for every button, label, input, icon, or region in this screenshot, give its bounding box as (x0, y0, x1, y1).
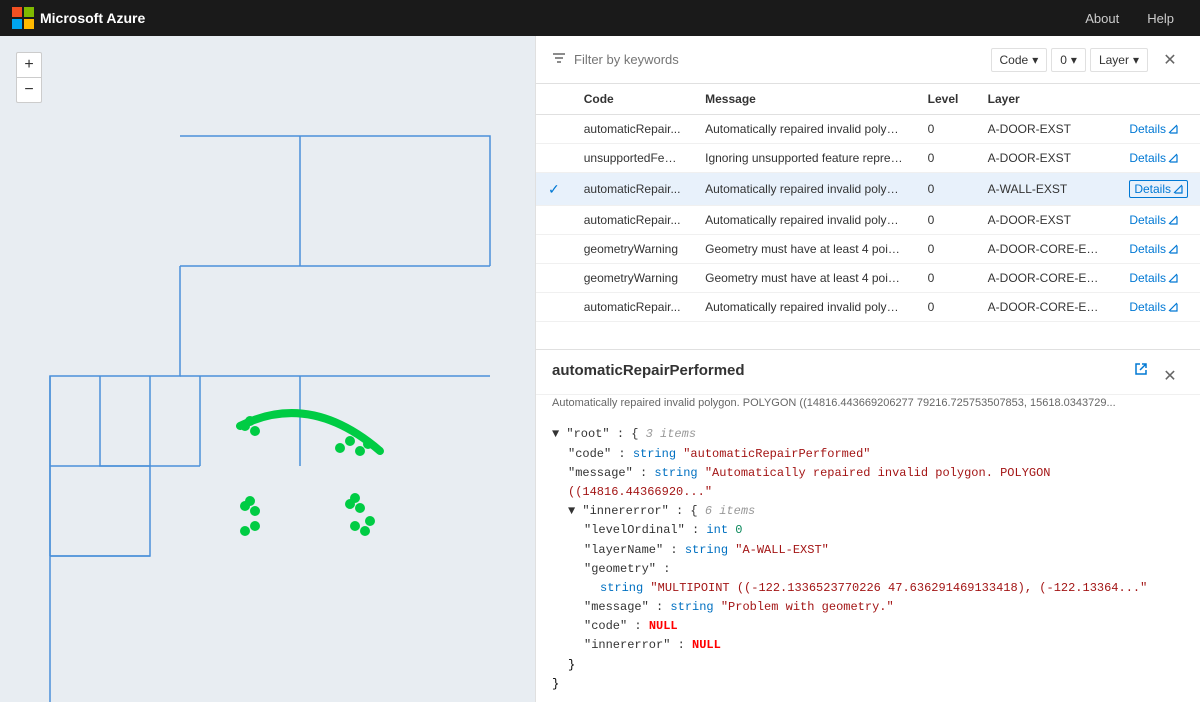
azure-logo-icon (12, 7, 34, 29)
row-code: automaticRepair... (572, 206, 693, 235)
row-layer: A-DOOR-CORE-EXST (976, 235, 1118, 264)
main-layout: + − (0, 36, 1200, 702)
map-svg (0, 36, 535, 702)
col-details-header (1117, 84, 1200, 115)
table-row[interactable]: ✓ automaticRepair...Automatically repaire… (536, 173, 1200, 206)
row-message: Automatically repaired invalid polygon. … (693, 115, 916, 144)
help-link[interactable]: Help (1133, 0, 1188, 36)
table-row[interactable]: automaticRepair...Automatically repaired… (536, 293, 1200, 322)
row-code: automaticRepair... (572, 293, 693, 322)
count-dropdown[interactable]: 0 ▾ (1051, 48, 1086, 72)
detail-content: ▼ "root" : { 3 items "code" : string "au… (536, 417, 1200, 702)
row-check (536, 206, 572, 235)
row-message: Automatically repaired invalid polygon. … (693, 206, 916, 235)
filter-close-button[interactable]: ✕ (1156, 46, 1184, 74)
details-link[interactable]: Details (1129, 242, 1188, 256)
details-link[interactable]: Details (1129, 213, 1188, 227)
table-row[interactable]: automaticRepair...Automatically repaired… (536, 206, 1200, 235)
azure-logo: Microsoft Azure (12, 7, 145, 29)
table-container[interactable]: Code Message Level Layer automaticRepair… (536, 84, 1200, 349)
filter-input[interactable] (574, 52, 983, 67)
row-level: 0 (916, 115, 976, 144)
map-area[interactable]: + − (0, 36, 535, 702)
details-link[interactable]: Details (1129, 122, 1188, 136)
col-check (536, 84, 572, 115)
row-check (536, 293, 572, 322)
row-level: 0 (916, 206, 976, 235)
row-details: Details (1117, 144, 1200, 173)
right-panel: Code ▾ 0 ▾ Layer ▾ ✕ Cod (535, 36, 1200, 702)
table-row[interactable]: unsupportedFeat...Ignoring unsupported f… (536, 144, 1200, 173)
row-level: 0 (916, 293, 976, 322)
row-level: 0 (916, 235, 976, 264)
row-check (536, 235, 572, 264)
row-details: Details (1117, 115, 1200, 144)
row-code: automaticRepair... (572, 173, 693, 206)
row-layer: A-DOOR-EXST (976, 206, 1118, 235)
row-code: geometryWarning (572, 264, 693, 293)
filter-icon (552, 51, 566, 68)
detail-subtitle: Automatically repaired invalid polygon. … (536, 395, 1200, 417)
about-link[interactable]: About (1071, 0, 1133, 36)
row-details: Details (1117, 173, 1200, 206)
topbar: Microsoft Azure About Help (0, 0, 1200, 36)
row-details: Details (1117, 264, 1200, 293)
check-icon: ✓ (548, 181, 560, 197)
table-row[interactable]: geometryWarningGeometry must have at lea… (536, 264, 1200, 293)
row-message: Geometry must have at least 4 points wit… (693, 264, 916, 293)
row-level: 0 (916, 144, 976, 173)
row-message: Ignoring unsupported feature representat… (693, 144, 916, 173)
row-code: automaticRepair... (572, 115, 693, 144)
row-layer: A-WALL-EXST (976, 173, 1118, 206)
zoom-out-button[interactable]: − (17, 78, 41, 102)
row-details: Details (1117, 293, 1200, 322)
layer-dropdown[interactable]: Layer ▾ (1090, 48, 1148, 72)
filter-bar: Code ▾ 0 ▾ Layer ▾ ✕ (536, 36, 1200, 84)
row-message: Geometry must have at least 4 points wit… (693, 235, 916, 264)
detail-panel: automaticRepairPerformed ✕ Automatically… (536, 349, 1200, 702)
row-check (536, 264, 572, 293)
col-level-header: Level (916, 84, 976, 115)
filter-dropdowns: Code ▾ 0 ▾ Layer ▾ (991, 48, 1149, 72)
detail-external-link-icon[interactable] (1134, 362, 1148, 379)
detail-title: automaticRepairPerformed (552, 362, 1126, 379)
row-details: Details (1117, 206, 1200, 235)
col-message-header: Message (693, 84, 916, 115)
details-link[interactable]: Details (1129, 271, 1188, 285)
row-message: Automatically repaired invalid polygon. … (693, 173, 916, 206)
zoom-controls: + − (16, 52, 42, 103)
details-link[interactable]: Details (1129, 300, 1188, 314)
warnings-table: Code Message Level Layer automaticRepair… (536, 84, 1200, 322)
details-link[interactable]: Details (1129, 180, 1188, 198)
col-code-header: Code (572, 84, 693, 115)
row-details: Details (1117, 235, 1200, 264)
row-layer: A-DOOR-CORE-EXST (976, 264, 1118, 293)
table-row[interactable]: geometryWarningGeometry must have at lea… (536, 235, 1200, 264)
row-code: geometryWarning (572, 235, 693, 264)
code-dropdown[interactable]: Code ▾ (991, 48, 1048, 72)
row-check (536, 144, 572, 173)
row-layer: A-DOOR-EXST (976, 115, 1118, 144)
row-layer: A-DOOR-CORE-EXST (976, 293, 1118, 322)
detail-header: automaticRepairPerformed ✕ (536, 350, 1200, 395)
zoom-in-button[interactable]: + (17, 53, 41, 77)
json-innererror-toggle[interactable]: ▼ (568, 504, 575, 518)
row-level: 0 (916, 264, 976, 293)
row-message: Automatically repaired invalid polygon. … (693, 293, 916, 322)
table-header-row: Code Message Level Layer (536, 84, 1200, 115)
row-layer: A-DOOR-EXST (976, 144, 1118, 173)
topbar-title: Microsoft Azure (40, 10, 145, 26)
topbar-right: About Help (1071, 0, 1188, 36)
json-root-toggle[interactable]: ▼ (552, 427, 559, 441)
details-link[interactable]: Details (1129, 151, 1188, 165)
table-body: automaticRepair...Automatically repaired… (536, 115, 1200, 322)
col-layer-header: Layer (976, 84, 1118, 115)
row-check (536, 115, 572, 144)
row-level: 0 (916, 173, 976, 206)
row-check: ✓ (536, 173, 572, 206)
row-code: unsupportedFeat... (572, 144, 693, 173)
detail-close-button[interactable]: ✕ (1156, 362, 1184, 390)
topbar-left: Microsoft Azure (12, 7, 145, 29)
table-row[interactable]: automaticRepair...Automatically repaired… (536, 115, 1200, 144)
